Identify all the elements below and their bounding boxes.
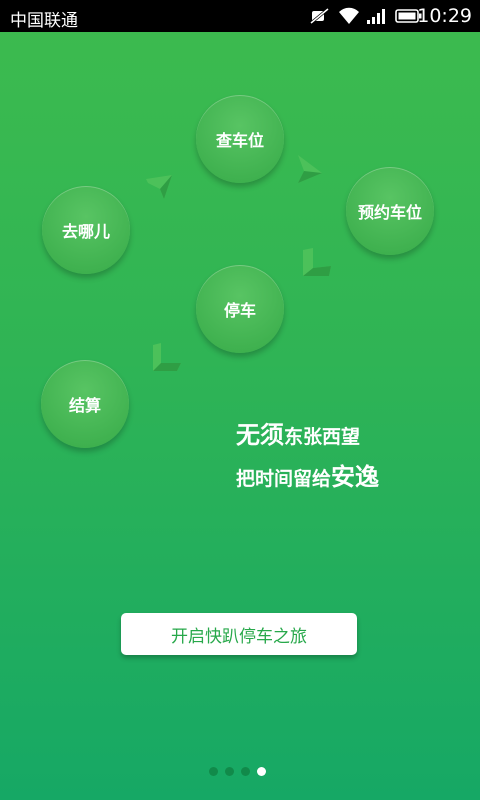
step-settle[interactable]: 结算: [41, 360, 129, 448]
arrow-icon: [153, 343, 181, 371]
status-time: 10:29: [417, 5, 472, 27]
page-dot-active[interactable]: [257, 767, 266, 776]
slogan-line-1: 无须东张西望: [236, 421, 361, 449]
start-journey-button[interactable]: 开启快趴停车之旅: [121, 613, 357, 655]
arrow-icon: [303, 248, 331, 276]
arrow-icon: [146, 175, 172, 199]
slogan-line-2: 把时间留给安逸: [236, 463, 380, 491]
step-where-to-go[interactable]: 去哪儿: [42, 186, 130, 274]
step-label: 去哪儿: [61, 222, 110, 241]
step-label: 查车位: [215, 131, 264, 150]
step-label: 预约车位: [357, 203, 422, 222]
wifi-icon: [339, 7, 359, 24]
page-indicator: [209, 767, 271, 777]
signal-icon: [367, 9, 385, 24]
page-dot[interactable]: [225, 767, 234, 776]
step-find-parking[interactable]: 查车位: [196, 95, 284, 183]
step-park[interactable]: 停车: [196, 265, 284, 353]
step-label: 结算: [68, 396, 101, 415]
step-label: 停车: [223, 301, 256, 320]
page-dot[interactable]: [209, 767, 218, 776]
status-bar: 中国联通 10:29: [0, 0, 480, 32]
mute-icon: [310, 7, 329, 25]
arrow-icon: [298, 155, 322, 183]
page-dot[interactable]: [241, 767, 250, 776]
step-reserve-parking[interactable]: 预约车位: [346, 167, 434, 255]
carrier-name: 中国联通: [10, 11, 78, 31]
